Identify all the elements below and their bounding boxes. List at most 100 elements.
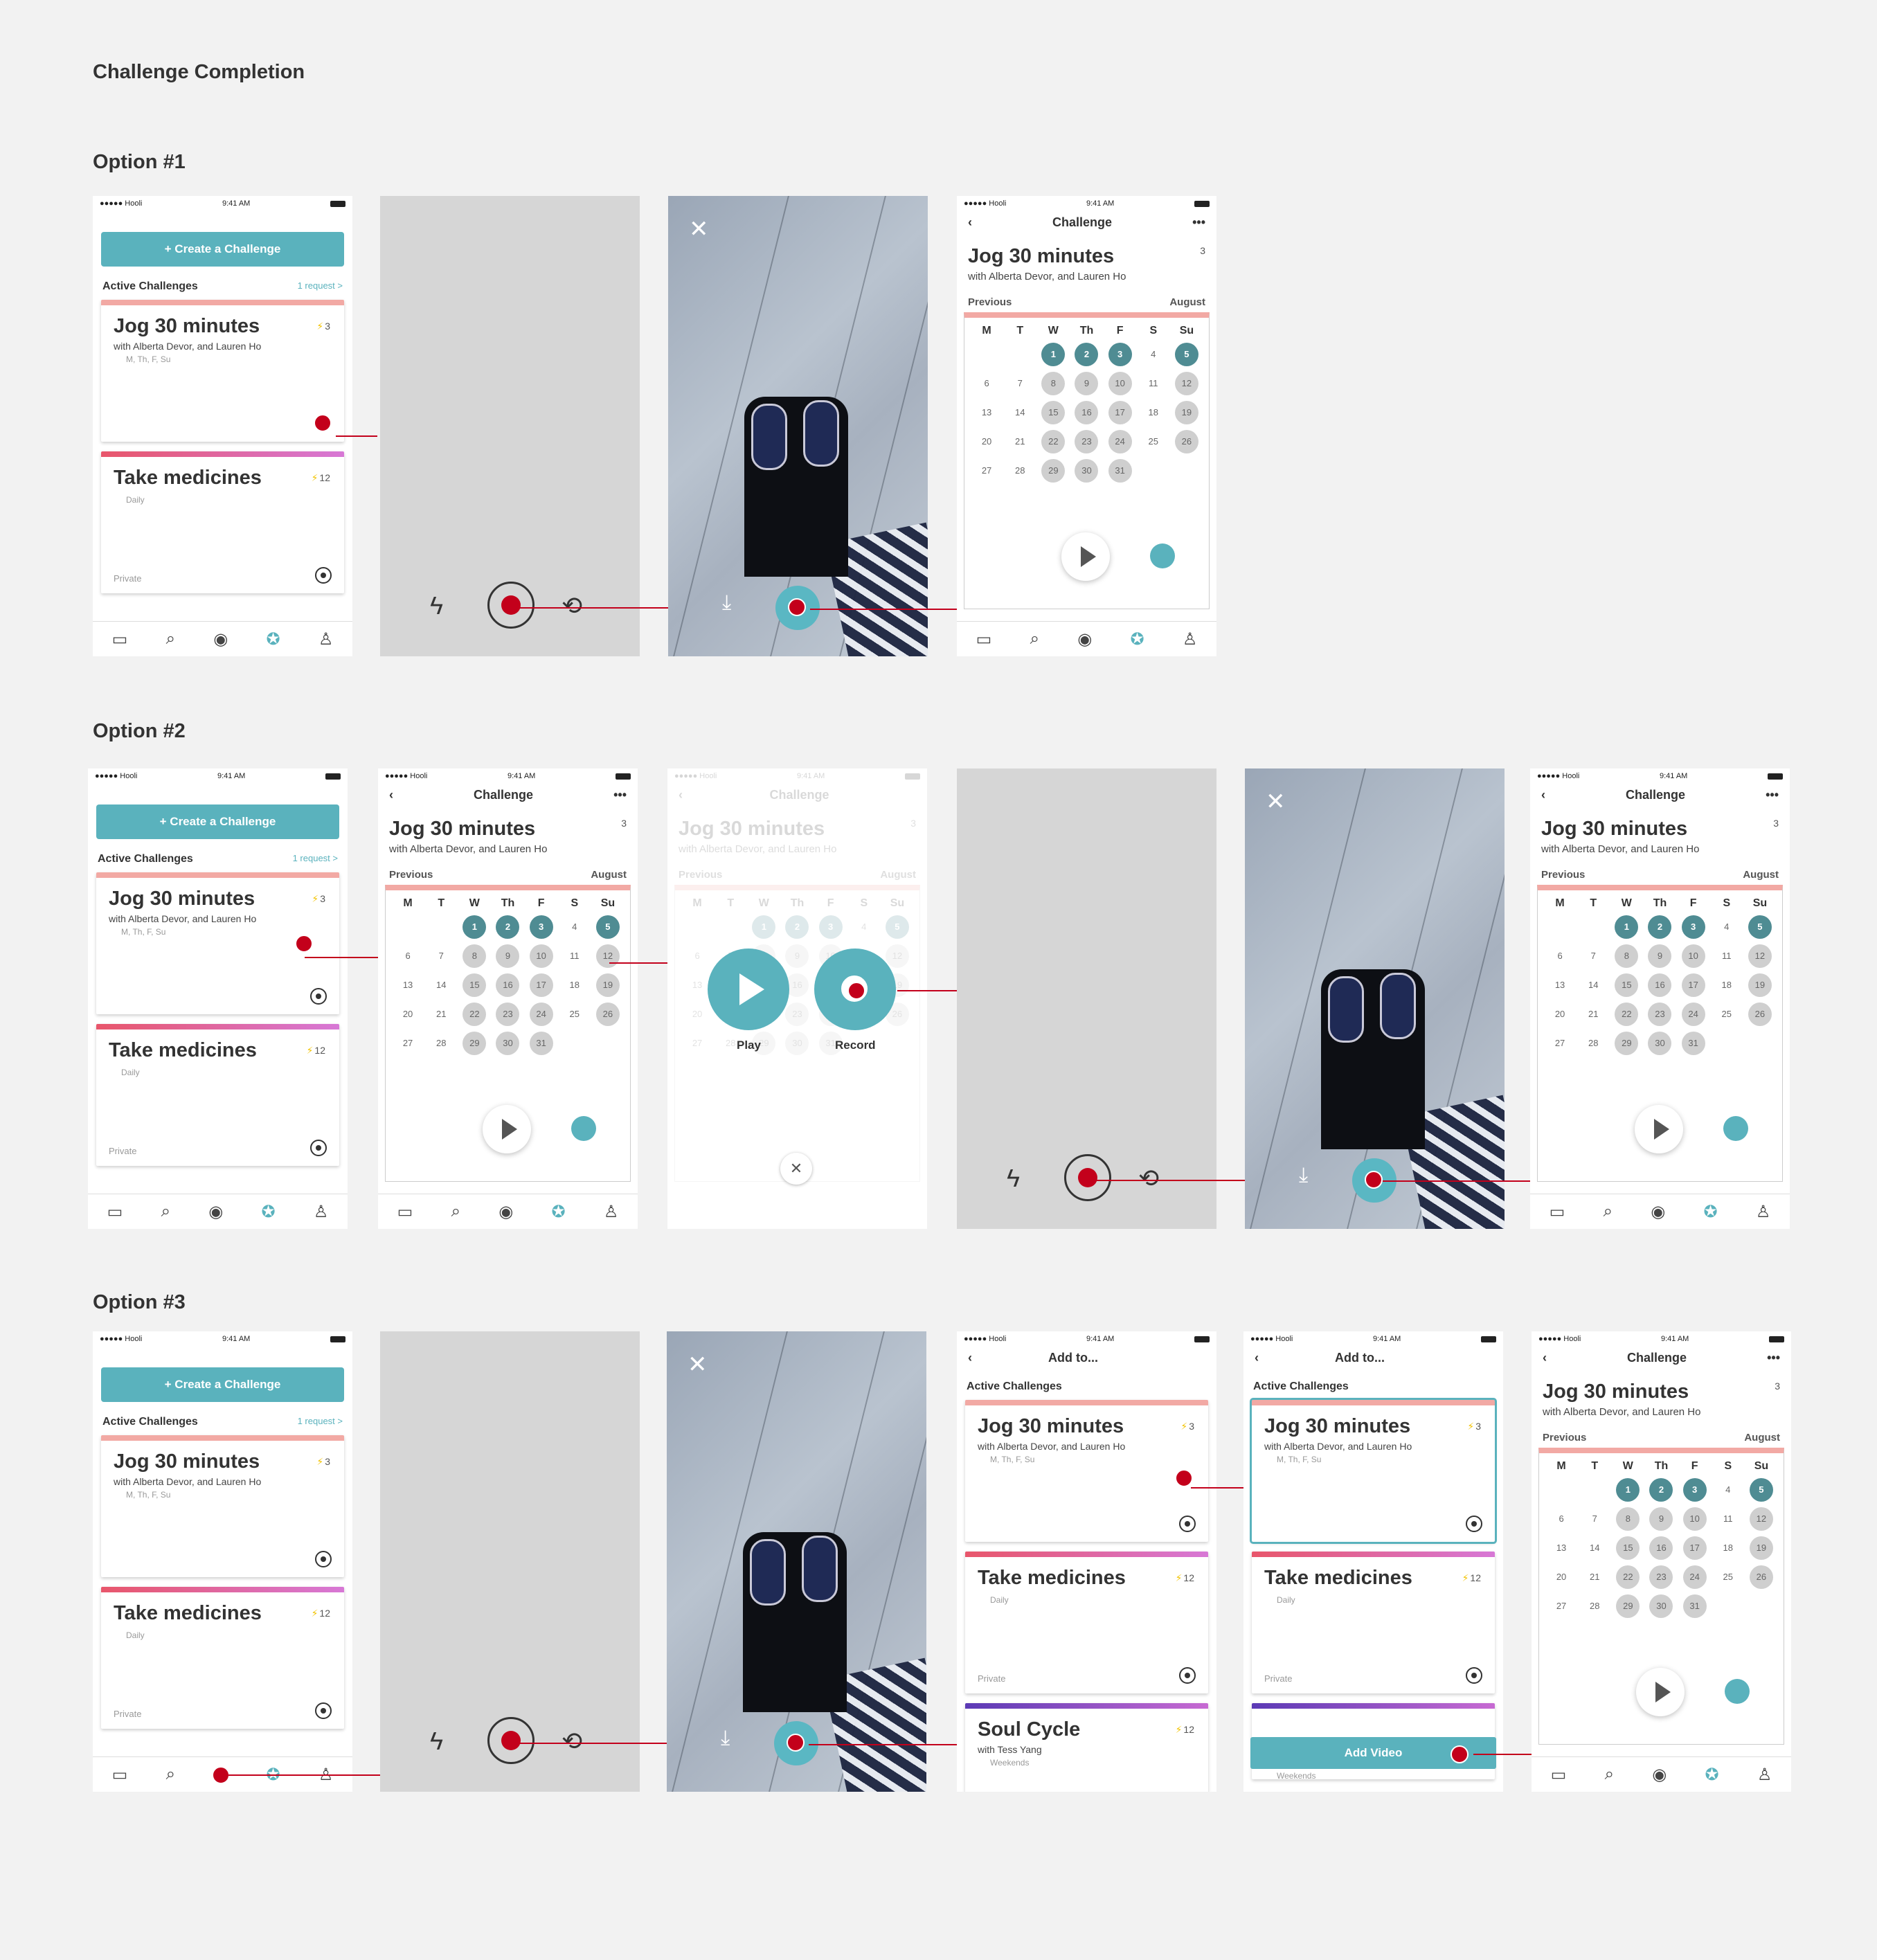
record-hotspot[interactable] — [314, 414, 332, 432]
calendar-day[interactable]: 9 — [496, 944, 520, 968]
calendar-day[interactable]: 5 — [1174, 343, 1198, 366]
search-icon[interactable]: ⌕ — [451, 1202, 460, 1221]
record-button[interactable] — [814, 948, 896, 1030]
calendar-day[interactable]: 20 — [975, 430, 998, 453]
record-icon[interactable]: ◉ — [499, 1202, 513, 1222]
select-hotspot[interactable] — [1175, 1469, 1193, 1487]
calendar-day[interactable]: 12 — [595, 944, 620, 968]
calendar-icon[interactable]: ▭ — [112, 1765, 128, 1785]
calendar-day[interactable]: 8 — [1615, 944, 1639, 968]
calendar-day[interactable]: 7 — [1008, 372, 1032, 395]
calendar-day[interactable]: 27 — [1548, 1032, 1572, 1055]
calendar-day[interactable]: 28 — [1583, 1594, 1606, 1618]
add-video-button[interactable]: Add Video — [1250, 1737, 1496, 1769]
calendar-day[interactable]: 19 — [1749, 1536, 1773, 1560]
download-icon[interactable]: ⤓ — [721, 1727, 730, 1750]
calendar-day[interactable]: 9 — [1075, 372, 1099, 395]
close-icon[interactable]: ✕ — [689, 215, 709, 243]
calendar-day[interactable]: 7 — [1583, 1507, 1606, 1531]
calendar-day[interactable]: 6 — [1548, 944, 1572, 968]
meds-card[interactable]: Take medicines 12 Daily Private — [101, 1587, 344, 1729]
record-icon[interactable]: ◉ — [1652, 1765, 1667, 1785]
calendar-day[interactable]: 13 — [396, 973, 420, 997]
flash-icon[interactable]: ϟ — [430, 1727, 443, 1756]
back-icon[interactable]: ‹ — [1255, 1351, 1259, 1365]
calendar-day[interactable]: 20 — [1550, 1565, 1573, 1589]
calendar-day[interactable]: 14 — [1008, 401, 1032, 424]
calendar-day[interactable]: 12 — [1748, 944, 1772, 968]
calendar-day[interactable]: 31 — [529, 1032, 553, 1055]
calendar-day[interactable]: 16 — [496, 973, 520, 997]
search-icon[interactable]: ⌕ — [1604, 1202, 1613, 1221]
calendar-day[interactable]: 16 — [1648, 973, 1672, 997]
calendar-day[interactable]: 31 — [1108, 459, 1132, 483]
calendar-day[interactable]: 26 — [1748, 1003, 1772, 1026]
discover-icon[interactable]: ✪ — [551, 1202, 565, 1222]
calendar-icon[interactable]: ▭ — [1550, 1202, 1565, 1222]
record-icon[interactable]: ◉ — [212, 1765, 231, 1785]
previous-link[interactable]: Previous — [1543, 1432, 1586, 1444]
calendar-day[interactable]: 29 — [462, 1032, 487, 1055]
flash-icon[interactable]: ϟ — [430, 591, 443, 620]
calendar-day[interactable]: 3 — [818, 915, 843, 939]
calendar-day[interactable]: 19 — [1174, 401, 1198, 424]
calendar-day[interactable]: 8 — [462, 944, 487, 968]
back-icon[interactable]: ‹ — [968, 215, 972, 230]
play-button[interactable] — [1636, 1668, 1685, 1716]
calendar-day[interactable]: 31 — [1682, 1594, 1707, 1618]
calendar-day[interactable]: 24 — [529, 1003, 553, 1026]
create-challenge-button[interactable]: + Create a Challenge — [101, 1367, 344, 1402]
jog-card-selected[interactable]: Jog 30 minutes 3 with Alberta Devor, and… — [1250, 1398, 1497, 1544]
record-button[interactable] — [1064, 1154, 1111, 1201]
calendar-day[interactable]: 30 — [785, 1032, 809, 1055]
calendar-day[interactable]: 14 — [429, 973, 453, 997]
play-button[interactable] — [1635, 1105, 1683, 1153]
record-icon[interactable] — [315, 1702, 332, 1719]
more-icon[interactable]: ••• — [1192, 215, 1205, 230]
calendar-day[interactable]: 18 — [1716, 1536, 1740, 1560]
calendar-day[interactable]: 1 — [1615, 915, 1639, 939]
calendar-day[interactable]: 26 — [595, 1003, 620, 1026]
calendar-icon[interactable]: ▭ — [397, 1202, 413, 1222]
back-icon[interactable]: ‹ — [1541, 788, 1545, 802]
calendar-day[interactable]: 23 — [1649, 1565, 1673, 1589]
calendar-day[interactable]: 5 — [595, 915, 620, 939]
back-icon[interactable]: ‹ — [1543, 1351, 1547, 1365]
search-icon[interactable]: ⌕ — [161, 1202, 170, 1221]
meds-card[interactable]: Take medicines 12 Daily Private — [965, 1552, 1208, 1693]
calendar-icon[interactable]: ▭ — [1551, 1765, 1567, 1785]
calendar-day[interactable]: 1 — [1616, 1478, 1640, 1502]
more-icon[interactable]: ••• — [1767, 1351, 1780, 1365]
previous-link[interactable]: Previous — [968, 296, 1012, 308]
calendar-day[interactable]: 21 — [429, 1003, 453, 1026]
calendar-day[interactable]: 1 — [752, 915, 776, 939]
record-icon[interactable] — [1179, 1667, 1196, 1684]
record-icon[interactable] — [1466, 1516, 1482, 1532]
calendar-day[interactable]: 9 — [1649, 1507, 1673, 1531]
calendar-day[interactable]: 13 — [975, 401, 998, 424]
calendar-day[interactable]: 3 — [529, 915, 553, 939]
calendar-day[interactable]: 30 — [496, 1032, 520, 1055]
calendar-day[interactable]: 3 — [1681, 915, 1705, 939]
calendar-day[interactable]: 2 — [1649, 1478, 1673, 1502]
play-button[interactable] — [1061, 532, 1110, 581]
calendar-day[interactable]: 3 — [1682, 1478, 1707, 1502]
flip-camera-icon[interactable]: ⟲ — [1138, 1164, 1159, 1193]
profile-icon[interactable]: ♙ — [1757, 1765, 1772, 1785]
calendar-day[interactable]: 9 — [785, 944, 809, 968]
calendar-day[interactable]: 21 — [1583, 1565, 1606, 1589]
record-icon[interactable] — [315, 567, 332, 584]
meds-card[interactable]: Take medicines 12 Daily Private — [1252, 1552, 1495, 1693]
calendar-day[interactable]: 17 — [529, 973, 553, 997]
calendar-day[interactable]: 19 — [1748, 973, 1772, 997]
calendar-day[interactable]: 26 — [1749, 1565, 1773, 1589]
calendar-day[interactable]: 29 — [1041, 459, 1066, 483]
record-icon[interactable] — [310, 988, 327, 1005]
calendar-day[interactable]: 22 — [1615, 1003, 1639, 1026]
share-icon[interactable] — [1150, 543, 1175, 568]
calendar-day[interactable]: 25 — [1716, 1565, 1740, 1589]
calendar-day[interactable]: 13 — [685, 973, 709, 997]
calendar-day[interactable]: 12 — [1174, 372, 1198, 395]
calendar-day[interactable]: 2 — [1075, 343, 1099, 366]
profile-icon[interactable]: ♙ — [1183, 629, 1198, 649]
